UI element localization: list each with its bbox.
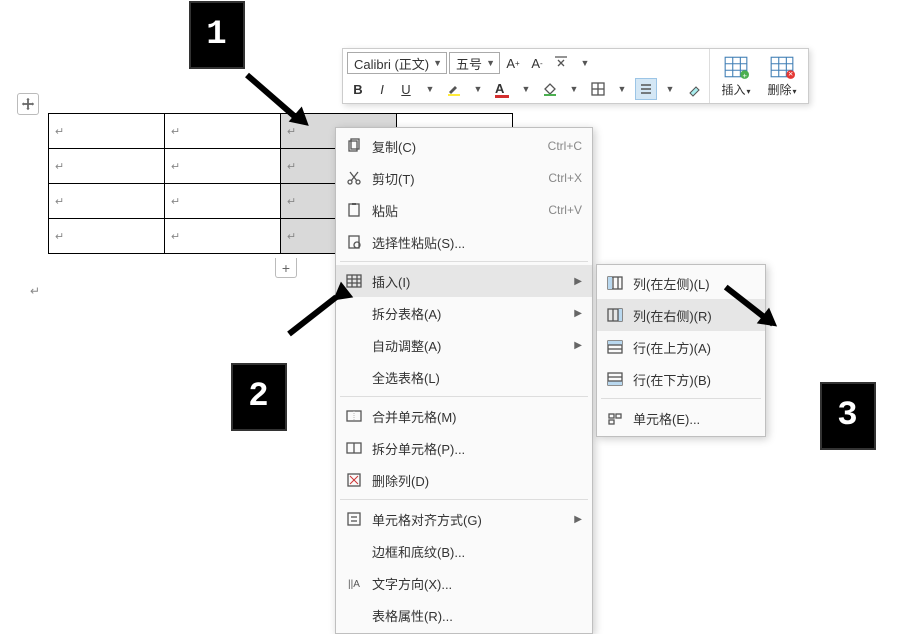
font-name-value: Calibri (正文)	[354, 54, 429, 73]
row-above-icon	[605, 337, 625, 357]
highlight-dropdown-icon[interactable]: ▼	[467, 78, 489, 100]
mini-toolbar: Calibri (正文) ▼ 五号 ▼ A+ A- ▼ B I U ▼ ▼	[342, 48, 809, 104]
col-right-icon	[605, 305, 625, 325]
menu-item-autofit[interactable]: 自动调整(A) ▶	[336, 329, 592, 361]
chevron-down-icon: ▼	[433, 58, 442, 68]
shortcut-text: Ctrl+C	[548, 139, 582, 153]
submenu-item-col-right[interactable]: 列(在右侧)(R)	[597, 299, 765, 331]
submenu-arrow-icon: ▶	[574, 308, 582, 319]
svg-text:×: ×	[788, 68, 793, 78]
menu-item-split-table[interactable]: 拆分表格(A) ▶	[336, 297, 592, 329]
table-cell[interactable]	[165, 114, 281, 149]
submenu-item-row-below[interactable]: 行(在下方)(B)	[597, 363, 765, 395]
menu-item-merge-cells[interactable]: 合并单元格(M)	[336, 400, 592, 432]
table-cell[interactable]	[49, 114, 165, 149]
svg-text:+: +	[742, 70, 747, 78]
font-size-value: 五号	[456, 54, 482, 73]
paragraph-mark: ↵	[30, 284, 40, 298]
submenu-item-row-above[interactable]: 行(在上方)(A)	[597, 331, 765, 363]
table-cell[interactable]	[49, 149, 165, 184]
font-color-button[interactable]: A	[491, 78, 513, 100]
table-move-handle[interactable]	[17, 93, 39, 115]
menu-separator	[601, 398, 761, 399]
menu-item-copy[interactable]: 复制(C) Ctrl+C	[336, 130, 592, 162]
clear-format-button[interactable]	[550, 52, 572, 74]
menu-separator	[340, 396, 588, 397]
delete-col-icon	[344, 470, 364, 490]
callout-1: 1	[189, 1, 245, 69]
table-cell[interactable]	[165, 219, 281, 254]
table-cell[interactable]	[165, 184, 281, 219]
align-icon	[344, 509, 364, 529]
menu-item-table-props[interactable]: 表格属性(R)...	[336, 599, 592, 631]
col-left-icon	[605, 273, 625, 293]
table-cell[interactable]	[165, 149, 281, 184]
delete-large-button[interactable]: × 删除▾	[760, 53, 804, 100]
menu-item-borders[interactable]: 边框和底纹(B)...	[336, 535, 592, 567]
submenu-arrow-icon: ▶	[574, 514, 582, 525]
cut-icon	[344, 168, 364, 188]
row-below-icon	[605, 369, 625, 389]
insert-submenu: 列(在左侧)(L) 列(在右侧)(R) 行(在上方)(A) 行(在下方)(B) …	[596, 264, 766, 437]
copy-icon	[344, 136, 364, 156]
bold-button[interactable]: B	[347, 78, 369, 100]
shortcut-text: Ctrl+X	[548, 171, 582, 185]
font-color-dropdown-icon[interactable]: ▼	[515, 78, 537, 100]
menu-item-paste[interactable]: 粘贴 Ctrl+V	[336, 194, 592, 226]
table-icon	[344, 271, 364, 291]
increase-font-button[interactable]: A+	[502, 52, 524, 74]
menu-item-insert[interactable]: 插入(I) ▶	[336, 265, 592, 297]
align-dropdown-icon[interactable]: ▼	[659, 78, 681, 100]
menu-item-paste-special[interactable]: 选择性粘贴(S)...	[336, 226, 592, 258]
callout-2: 2	[231, 363, 287, 431]
italic-button[interactable]: I	[371, 78, 393, 100]
submenu-item-cell[interactable]: 单元格(E)...	[597, 402, 765, 434]
underline-dropdown-icon[interactable]: ▼	[419, 78, 441, 100]
submenu-arrow-icon: ▶	[574, 340, 582, 351]
underline-button[interactable]: U	[395, 78, 417, 100]
font-size-combo[interactable]: 五号 ▼	[449, 52, 500, 74]
decrease-font-button[interactable]: A-	[526, 52, 548, 74]
menu-item-split-cells[interactable]: 拆分单元格(P)...	[336, 432, 592, 464]
menu-separator	[340, 261, 588, 262]
context-menu: 复制(C) Ctrl+C 剪切(T) Ctrl+X 粘贴 Ctrl+V 选择性粘…	[335, 127, 593, 634]
highlight-button[interactable]	[443, 78, 465, 100]
borders-button[interactable]	[587, 78, 609, 100]
shortcut-text: Ctrl+V	[548, 203, 582, 217]
merge-icon	[344, 406, 364, 426]
paste-special-icon	[344, 232, 364, 252]
shading-dropdown-icon[interactable]: ▼	[563, 78, 585, 100]
cell-icon	[605, 408, 625, 428]
submenu-arrow-icon: ▶	[574, 276, 582, 287]
menu-item-text-dir[interactable]: ||A 文字方向(X)...	[336, 567, 592, 599]
menu-separator	[340, 499, 588, 500]
menu-item-cell-align[interactable]: 单元格对齐方式(G) ▶	[336, 503, 592, 535]
insert-label: 插入	[721, 83, 745, 97]
toolbar-dropdown-icon[interactable]: ▼	[574, 52, 596, 74]
split-icon	[344, 438, 364, 458]
align-button[interactable]	[635, 78, 657, 100]
shading-button[interactable]	[539, 78, 561, 100]
table-cell[interactable]	[49, 184, 165, 219]
menu-item-delete-col[interactable]: 删除列(D)	[336, 464, 592, 496]
arrow-2-line	[287, 295, 338, 337]
paste-icon	[344, 200, 364, 220]
insert-large-button[interactable]: + 插入▾	[714, 53, 758, 100]
add-row-handle[interactable]: +	[275, 258, 297, 278]
menu-item-select-all[interactable]: 全选表格(L)	[336, 361, 592, 393]
table-cell[interactable]	[49, 219, 165, 254]
chevron-down-icon: ▾	[793, 87, 797, 96]
callout-3: 3	[820, 382, 876, 450]
delete-label: 删除	[767, 83, 791, 97]
eraser-button[interactable]	[683, 78, 705, 100]
chevron-down-icon: ▾	[747, 87, 751, 96]
text-dir-icon: ||A	[344, 573, 364, 593]
borders-dropdown-icon[interactable]: ▼	[611, 78, 633, 100]
chevron-down-icon: ▼	[486, 58, 495, 68]
font-name-combo[interactable]: Calibri (正文) ▼	[347, 52, 447, 74]
menu-item-cut[interactable]: 剪切(T) Ctrl+X	[336, 162, 592, 194]
svg-text:||A: ||A	[348, 579, 360, 590]
